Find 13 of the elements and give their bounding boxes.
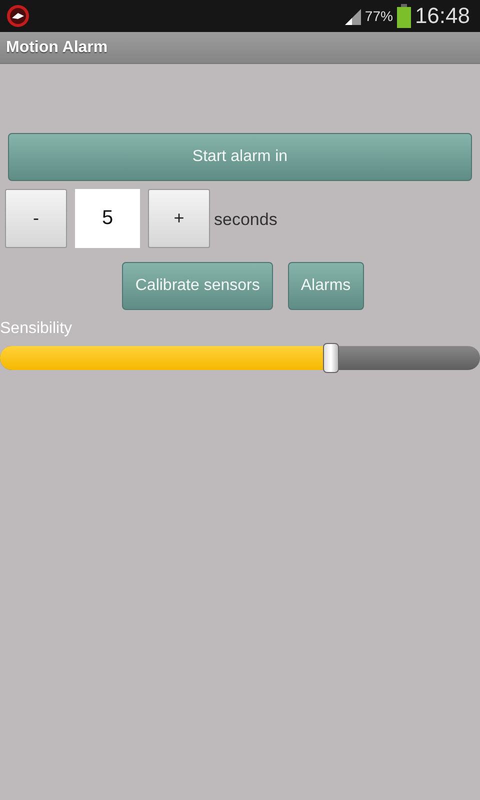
app-icon bbox=[6, 4, 30, 28]
battery-percent: 77% bbox=[364, 8, 393, 24]
slider-thumb[interactable] bbox=[323, 343, 340, 373]
app-title: Motion Alarm bbox=[6, 38, 108, 56]
clock: 16:48 bbox=[414, 3, 470, 29]
seconds-label: seconds bbox=[214, 208, 278, 230]
sensibility-label: Sensibility bbox=[0, 320, 72, 338]
decrease-button[interactable]: - bbox=[5, 189, 67, 248]
seconds-field[interactable]: 5 bbox=[75, 189, 140, 248]
battery-icon bbox=[396, 4, 411, 28]
increase-button[interactable]: + bbox=[148, 189, 210, 248]
signal-icon bbox=[342, 7, 361, 25]
sensibility-slider[interactable] bbox=[0, 346, 480, 370]
